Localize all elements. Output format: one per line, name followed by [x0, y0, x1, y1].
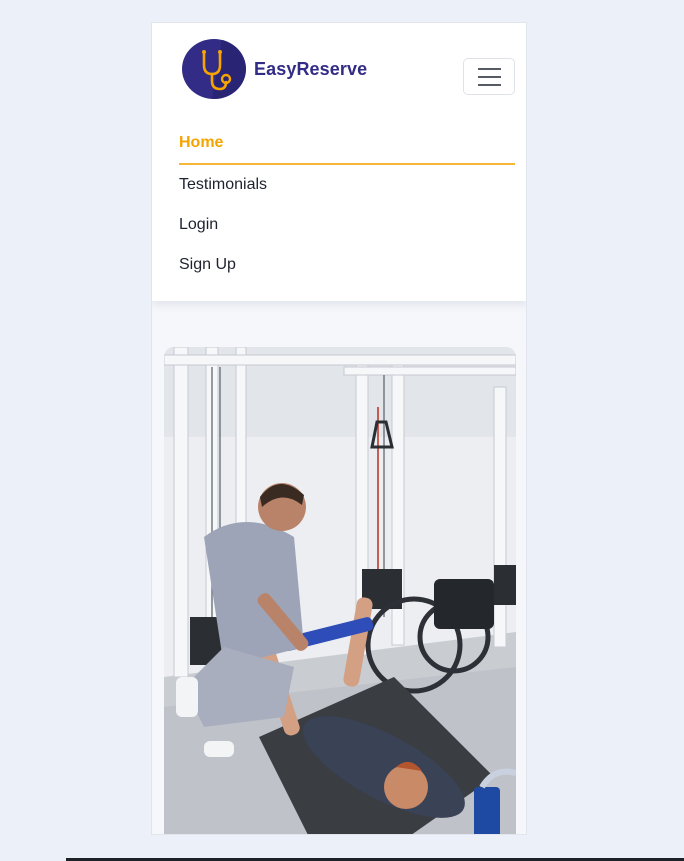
hero-image: [164, 347, 516, 834]
nav-menu: Home Testimonials Login Sign Up: [179, 123, 515, 285]
brand[interactable]: EasyReserve: [182, 39, 367, 99]
mobile-viewport: EasyReserve Home Testimonials Login Sign…: [151, 22, 527, 835]
nav-link-login[interactable]: Login: [179, 205, 515, 245]
stethoscope-icon: [182, 39, 246, 99]
nav-link-home[interactable]: Home: [179, 123, 515, 165]
nav-link-testimonials[interactable]: Testimonials: [179, 165, 515, 205]
nav-link-sign-up[interactable]: Sign Up: [179, 245, 515, 285]
navbar-toggle-button[interactable]: [463, 58, 515, 95]
brand-name: EasyReserve: [254, 58, 368, 79]
navbar: EasyReserve Home Testimonials Login Sign…: [152, 23, 526, 301]
